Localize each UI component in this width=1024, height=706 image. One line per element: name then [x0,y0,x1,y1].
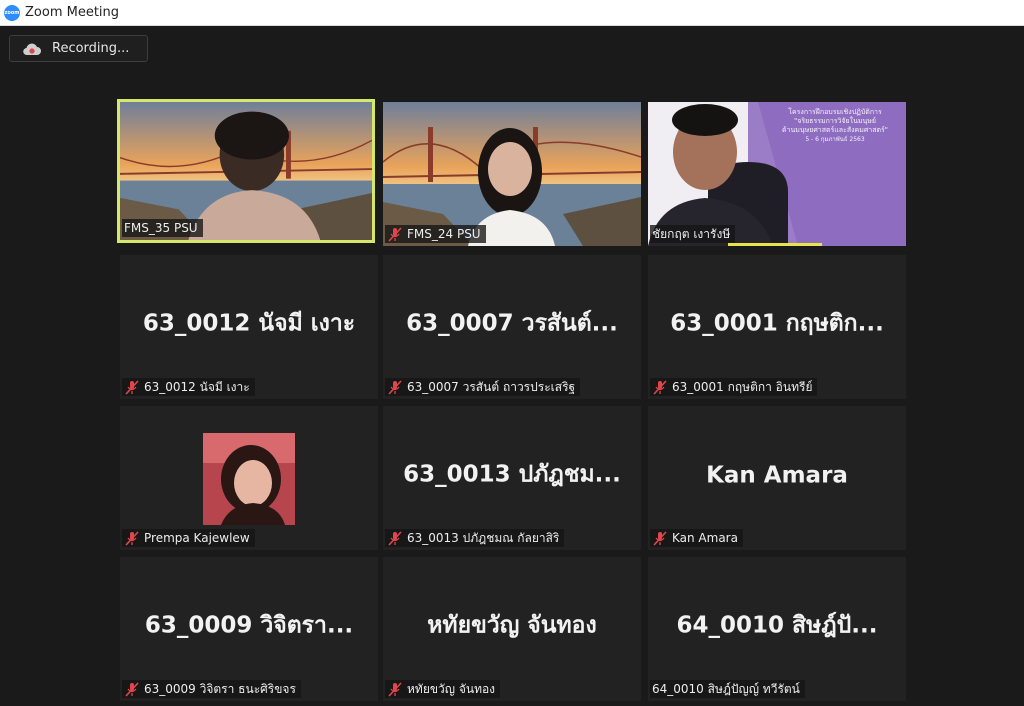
slide-line-1: โครงการฝึกอบรมเชิงปฏิบัติการ [788,108,882,116]
participant-name-label: 63_0012 นัจมี เงาะ [122,378,255,396]
participant-name-label: FMS_24 PSU [385,225,486,243]
participant-name-label: 63_0009 วิจิตรา ธนะศิริขจร [122,680,301,698]
video-tile-participant-1[interactable]: FMS_35 PSU [117,99,375,243]
participant-display-name: หทัยขวัญ จันทอง [427,612,597,639]
video-tile-participant-7[interactable]: Prempa Kajewlew [120,406,378,550]
video-tile-participant-11[interactable]: หทัยขวัญ จันทอง หทัยขวัญ จันทอง [383,557,641,701]
slide-line-2: "จริยธรรมการวิจัยในมนุษย์ [794,117,876,125]
participant-display-name: 63_0001 กฤษติก... [670,310,884,337]
muted-microphone-icon [388,681,402,697]
video-tile-participant-8[interactable]: 63_0013 ปภัฎชม... 63_0013 ปภัฎชมณ กัลยาส… [383,406,641,550]
recording-cloud-icon [23,43,41,55]
participant-name-label: Kan Amara [650,529,743,547]
muted-microphone-icon [125,530,139,546]
muted-microphone-icon [653,379,667,395]
video-tile-participant-2[interactable]: FMS_24 PSU [383,102,641,246]
recording-label: Recording... [52,41,130,56]
muted-microphone-icon [125,681,139,697]
participant-display-name: 63_0012 นัจมี เงาะ [142,310,356,337]
video-tile-participant-9[interactable]: Kan Amara Kan Amara [648,406,906,550]
video-tile-participant-6[interactable]: 63_0001 กฤษติก... 63_0001 กฤษติกา อินทรี… [648,255,906,399]
muted-microphone-icon [388,379,402,395]
video-tile-participant-5[interactable]: 63_0007 วรสันต์... 63_0007 วรสันต์ ถาวรป… [383,255,641,399]
participant-name-label: FMS_35 PSU [122,219,203,237]
muted-microphone-icon [388,530,402,546]
participant-name-label: 64_0010 สิษฎ์ปัญญ์ ทวีรัตน์ [650,680,805,698]
participant-display-name: 63_0013 ปภัฎชม... [403,461,621,488]
video-tile-participant-4[interactable]: 63_0012 นัจมี เงาะ 63_0012 นัจมี เงาะ [120,255,378,399]
window-title: Zoom Meeting [25,5,120,20]
zoom-logo-icon: zoom [4,4,20,21]
slide-text-block: โครงการฝึกอบรมเชิงปฏิบัติการ "จริยธรรมกา… [766,108,904,144]
participant-name-label: Prempa Kajewlew [122,529,255,547]
profile-picture [203,433,295,525]
participant-name-label: 63_0013 ปภัฎชมณ กัลยาสิริ [385,529,565,547]
speaking-indicator [728,243,822,246]
recording-indicator[interactable]: Recording... [9,35,148,62]
video-tile-participant-10[interactable]: 63_0009 วิจิตรา... 63_0009 วิจิตรา ธนะศิ… [120,557,378,701]
muted-microphone-icon [125,379,139,395]
muted-microphone-icon [388,226,402,242]
participant-name-label: ชัยกฤต เงารังษี [650,225,736,243]
participant-display-name: Kan Amara [706,462,848,489]
participant-display-name: 63_0007 วรสันต์... [406,310,618,337]
slide-line-4: 5 - 6 กุมภาพันธ์ 2563 [805,136,865,143]
participant-display-name: 63_0009 วิจิตรา... [144,612,354,639]
participant-name-label: 63_0001 กฤษติกา อินทรีย์ [650,378,818,396]
participant-name-label: 63_0007 วรสันต์ ถาวรประเสริฐ [385,378,581,396]
slide-line-3: ด้านมนุษยศาสตร์และสังคมศาสตร์" [781,126,889,134]
participant-name-label: หทัยขวัญ จันทอง [385,680,501,698]
window-titlebar: zoom Zoom Meeting [0,0,1024,26]
video-tile-participant-3[interactable]: โครงการฝึกอบรมเชิงปฏิบัติการ "จริยธรรมกา… [648,102,906,246]
participant-display-name: 64_0010 สิษฎ์ปั... [676,612,878,639]
video-tile-participant-12[interactable]: 64_0010 สิษฎ์ปั... 64_0010 สิษฎ์ปัญญ์ ทว… [648,557,906,701]
muted-microphone-icon [653,530,667,546]
